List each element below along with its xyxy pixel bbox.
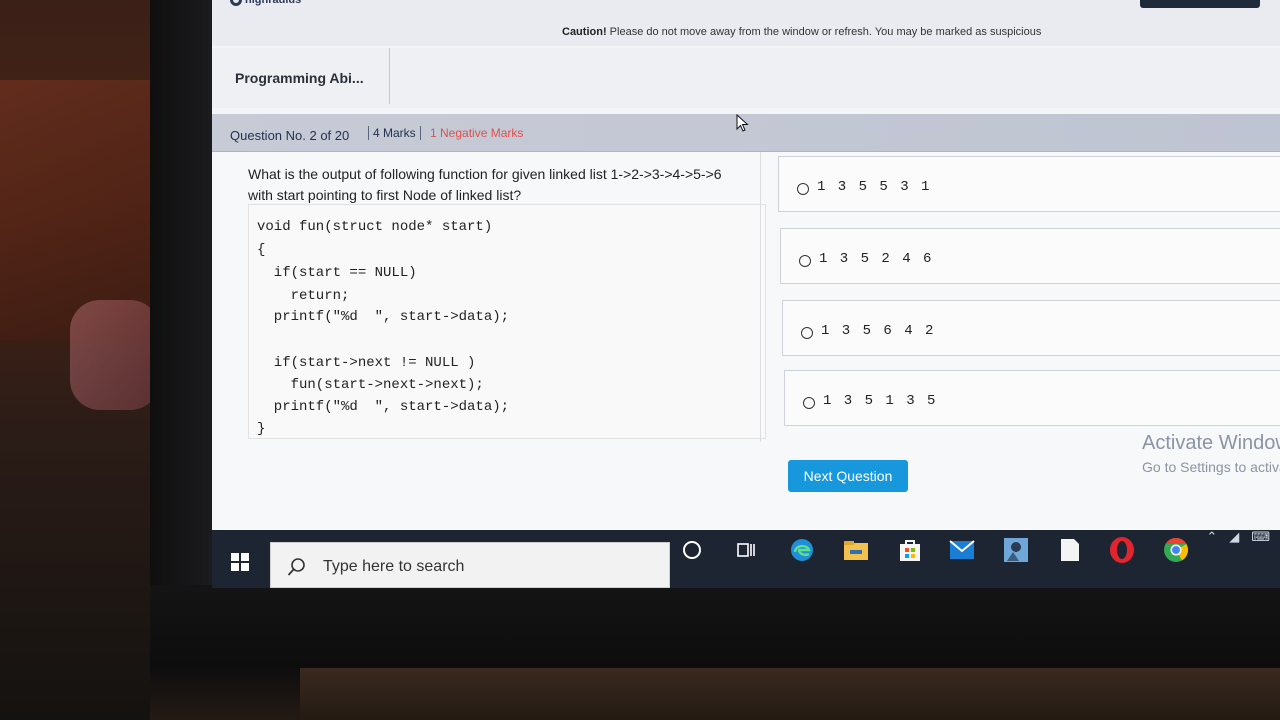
search-placeholder: Type here to search bbox=[323, 558, 465, 575]
section-title: Programming Abi... bbox=[235, 70, 364, 86]
header-button[interactable] bbox=[1140, 0, 1260, 8]
background-object bbox=[70, 300, 160, 410]
question-pane: What is the output of following function… bbox=[230, 152, 766, 442]
wifi-icon[interactable]: ◢ bbox=[1229, 529, 1239, 545]
option-label: 1 3 5 1 3 5 bbox=[823, 393, 938, 409]
activate-windows-watermark: Activate Windows Go to Settings to activ… bbox=[1142, 432, 1280, 475]
code-line: if(start == NULL) bbox=[257, 265, 417, 281]
answer-option-3[interactable]: 1 3 5 6 4 2 bbox=[782, 300, 1280, 356]
chrome-icon[interactable] bbox=[1162, 536, 1190, 564]
question-text: What is the output of following function… bbox=[248, 166, 722, 203]
app-header: highradius Caution! Please do not move a… bbox=[212, 0, 1280, 46]
search-icon bbox=[287, 558, 305, 576]
mail-icon[interactable] bbox=[948, 536, 976, 564]
question-number: Question No. 2 of 20 bbox=[230, 128, 350, 143]
code-line: fun(start->next->next); bbox=[257, 377, 484, 393]
question-content: What is the output of following function… bbox=[212, 152, 1280, 532]
keyboard-icon[interactable]: ⌨ bbox=[1251, 529, 1270, 545]
negative-marks: 1 Negative Marks bbox=[430, 126, 524, 140]
desk-surface bbox=[300, 668, 1280, 720]
option-label: 1 3 5 5 3 1 bbox=[817, 179, 932, 195]
option-label: 1 3 5 6 4 2 bbox=[821, 323, 936, 339]
edge-icon[interactable] bbox=[788, 536, 816, 564]
pane-divider bbox=[760, 152, 761, 442]
radio-button[interactable] bbox=[803, 397, 815, 409]
radio-button[interactable] bbox=[801, 327, 813, 339]
chevron-up-icon[interactable]: ⌃ bbox=[1206, 529, 1217, 545]
brand-logo: highradius bbox=[230, 0, 301, 6]
taskbar: Type here to search ⌃ ◢ ⌨ bbox=[212, 529, 1280, 588]
option-label: 1 3 5 2 4 6 bbox=[819, 251, 934, 267]
radio-button[interactable] bbox=[797, 183, 809, 195]
answer-option-1[interactable]: 1 3 5 5 3 1 bbox=[778, 156, 1280, 212]
cortana-icon[interactable] bbox=[678, 536, 706, 564]
system-tray: ⌃ ◢ ⌨ bbox=[1206, 522, 1270, 552]
monitor-bezel-left bbox=[150, 0, 215, 640]
taskbar-search[interactable]: Type here to search bbox=[270, 542, 670, 588]
logo-mark-icon bbox=[230, 0, 242, 6]
code-line: } bbox=[257, 421, 266, 437]
radio-button[interactable] bbox=[799, 255, 811, 267]
answer-option-4[interactable]: 1 3 5 1 3 5 bbox=[784, 370, 1280, 426]
code-line: printf("%d ", start->data); bbox=[257, 399, 510, 415]
opera-icon[interactable] bbox=[1108, 536, 1136, 564]
mouse-pointer-icon bbox=[736, 114, 749, 132]
section-bar: Programming Abi... bbox=[212, 48, 1280, 108]
caution-banner: Caution! Please do not move away from th… bbox=[562, 26, 1041, 38]
next-question-button[interactable]: Next Question bbox=[788, 460, 908, 492]
task-view-icon[interactable] bbox=[732, 536, 760, 564]
watermark-title: Activate Windows bbox=[1142, 432, 1280, 454]
windows-start-icon[interactable] bbox=[230, 552, 250, 572]
screen: highradius Caution! Please do not move a… bbox=[212, 0, 1280, 588]
notepad-icon[interactable] bbox=[1056, 536, 1084, 564]
code-line: { bbox=[257, 242, 266, 258]
code-block: void fun(struct node* start) { if(start … bbox=[248, 204, 766, 439]
code-line: if(start->next != NULL ) bbox=[257, 355, 476, 371]
code-line: return; bbox=[257, 288, 350, 304]
file-explorer-icon[interactable] bbox=[842, 536, 870, 564]
store-icon[interactable] bbox=[896, 536, 924, 564]
photos-icon[interactable] bbox=[1002, 536, 1030, 564]
watermark-subtitle: Go to Settings to activate Windows. bbox=[1142, 459, 1280, 475]
code-line: printf("%d ", start->data); bbox=[257, 309, 510, 325]
answer-option-2[interactable]: 1 3 5 2 4 6 bbox=[780, 228, 1280, 284]
caution-text: Please do not move away from the window … bbox=[609, 26, 1042, 38]
logo-text: highradius bbox=[245, 0, 302, 6]
question-marks: 4 Marks bbox=[368, 126, 421, 140]
code-line: void fun(struct node* start) bbox=[257, 219, 493, 235]
caution-label: Caution! bbox=[562, 26, 607, 38]
section-tab[interactable]: Programming Abi... bbox=[212, 48, 390, 104]
